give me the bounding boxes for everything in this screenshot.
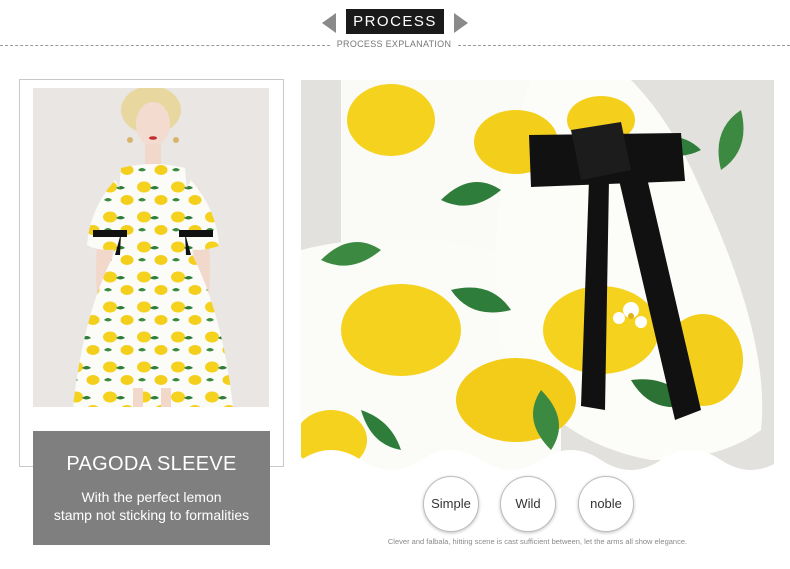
header-divider-left bbox=[0, 45, 330, 46]
feature-description-line-1: With the perfect lemon bbox=[81, 489, 222, 505]
header-divider-right bbox=[458, 45, 790, 46]
tag-noble: noble bbox=[578, 476, 634, 532]
ribbon-right-tail bbox=[454, 13, 468, 33]
feature-description-line-2: stamp not sticking to formalities bbox=[53, 507, 250, 523]
tag-simple: Simple bbox=[423, 476, 479, 532]
model-photo bbox=[33, 88, 269, 407]
section-title: PROCESS bbox=[346, 9, 444, 34]
sleeve-detail-photo bbox=[301, 80, 774, 473]
ribbon-left-tail bbox=[322, 13, 336, 33]
footnote-text: Clever and falbala, hitting scene is cas… bbox=[387, 537, 688, 546]
section-subtitle: PROCESS EXPLANATION bbox=[336, 39, 452, 49]
feature-caption: PAGODA SLEEVE With the perfect lemon sta… bbox=[33, 431, 270, 545]
tag-wild: Wild bbox=[500, 476, 556, 532]
section-header-ribbon: PROCESS bbox=[322, 8, 468, 34]
feature-title: PAGODA SLEEVE bbox=[66, 453, 237, 475]
